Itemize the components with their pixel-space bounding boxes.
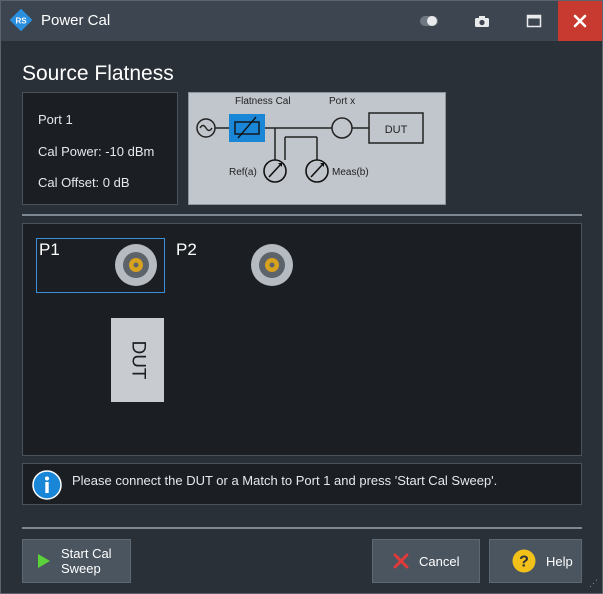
port2-label: P2 — [176, 240, 197, 259]
start-label-line2: Sweep — [61, 561, 101, 576]
help-button[interactable]: ? Help — [489, 539, 582, 583]
window-title: Power Cal — [41, 12, 111, 29]
svg-text:RS: RS — [15, 17, 27, 26]
info-icon — [32, 470, 62, 500]
camera-icon — [475, 15, 489, 27]
start-cal-sweep-button[interactable]: Start Cal Sweep — [22, 539, 131, 583]
info-message-text: Please connect the DUT or a Match to Por… — [72, 473, 498, 488]
divider-top — [22, 214, 582, 216]
port1-connector-icon[interactable] — [114, 243, 158, 287]
divider-bottom — [22, 527, 582, 529]
cal-power-text: Cal Power: -10 dBm — [38, 144, 155, 159]
screenshot-button[interactable] — [459, 1, 505, 41]
meas-label: Meas(b) — [332, 167, 369, 178]
rohde-schwarz-logo: RS — [10, 9, 32, 31]
start-label-line1: Start Cal — [61, 546, 112, 561]
diagram-dut-label: DUT — [385, 124, 408, 136]
maximize-button[interactable] — [511, 1, 557, 41]
page-title: Source Flatness — [22, 62, 174, 85]
cal-info-panel: Port 1 Cal Power: -10 dBm Cal Offset: 0 … — [22, 92, 178, 205]
port2-connector-icon[interactable] — [250, 243, 294, 287]
dut-block[interactable]: DUT — [111, 318, 164, 402]
title-bar[interactable]: RS Power Cal — [1, 1, 602, 41]
diagram-graphic: Flatness Cal Port x DUT Ref(a) Meas(b) — [196, 96, 424, 183]
power-cal-dialog: RS Power Cal Source Flatness Port 1 Cal … — [0, 0, 603, 594]
close-icon — [573, 14, 587, 28]
cancel-label: Cancel — [419, 553, 460, 569]
dut-block-label: DUT — [127, 340, 149, 380]
help-icon: ? — [512, 549, 536, 573]
resize-grip-icon[interactable]: ⋰ — [589, 578, 598, 589]
close-button[interactable] — [558, 1, 602, 41]
cal-offset-text: Cal Offset: 0 dB — [38, 175, 130, 190]
help-label: Help — [546, 553, 573, 569]
play-icon — [38, 554, 50, 568]
toggle-icon — [420, 16, 438, 26]
flatness-cal-diagram: Flatness Cal Port x DUT Ref(a) Meas(b) — [188, 92, 446, 205]
maximize-icon — [526, 14, 542, 28]
ref-label: Ref(a) — [229, 167, 257, 178]
flatness-cal-label: Flatness Cal — [235, 96, 291, 107]
cancel-button[interactable]: Cancel — [372, 539, 480, 583]
port-x-circle — [331, 117, 353, 139]
port-text: Port 1 — [38, 112, 73, 127]
port1-label: P1 — [39, 240, 60, 259]
info-message-bar: Please connect the DUT or a Match to Por… — [22, 463, 582, 505]
port-connection-panel: P1 P2 DUT — [22, 223, 582, 456]
cancel-x-icon — [393, 553, 409, 569]
svg-text:?: ? — [519, 554, 529, 571]
port-x-label: Port x — [329, 96, 355, 107]
toggle-button[interactable] — [406, 1, 452, 41]
